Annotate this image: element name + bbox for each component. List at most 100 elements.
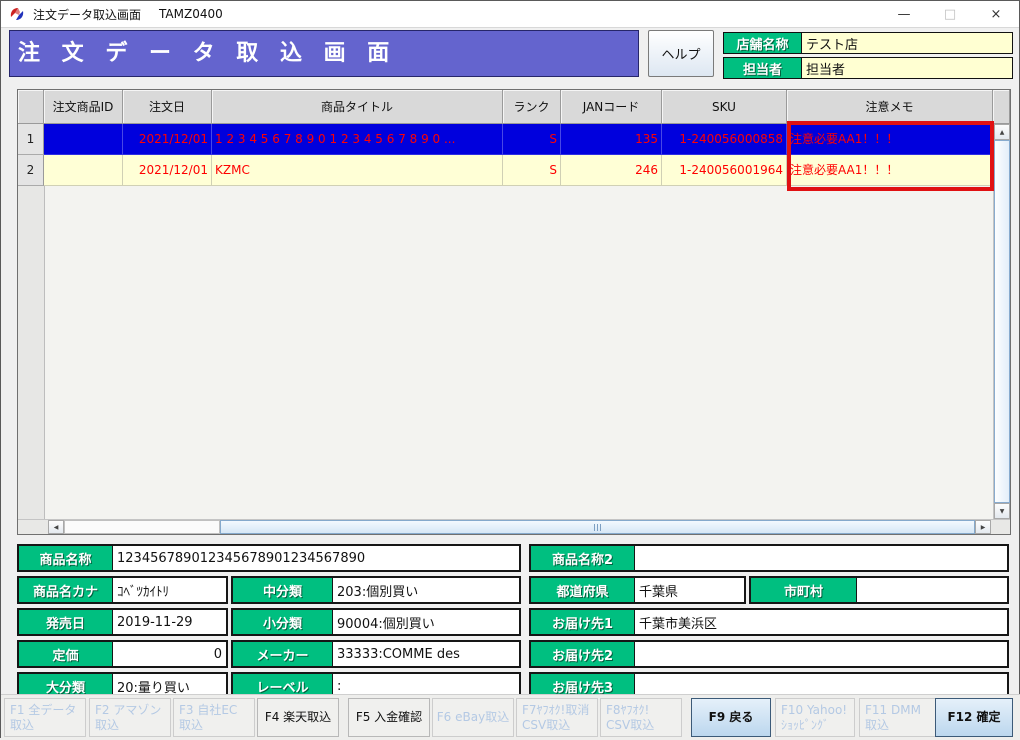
product-kana-field-row: 商品名カナ ｺﾍﾞﾂｶｲﾄﾘ xyxy=(17,576,228,604)
f5-payment-confirm-button[interactable]: F5 入金確認 xyxy=(348,698,430,737)
button-label: CSV取込 xyxy=(522,718,570,733)
scroll-down-icon[interactable]: ▼ xyxy=(994,503,1010,519)
cell-sku[interactable]: 1-240056000858 xyxy=(662,124,787,155)
release-date-field-row: 発売日 2019-11-29 xyxy=(17,608,228,636)
horizontal-scrollbar-track[interactable] xyxy=(64,520,220,534)
button-label: F2 アマゾン xyxy=(95,703,161,718)
col-header-order-date[interactable]: 注文日 xyxy=(123,90,212,124)
city-value[interactable] xyxy=(857,578,1007,602)
mid-class-value[interactable]: 203:個別買い xyxy=(333,578,519,602)
prefecture-field-row: 都道府県 千葉県 xyxy=(529,576,746,604)
f9-back-button[interactable]: F9 戻る xyxy=(691,698,771,737)
button-label: CSV取込 xyxy=(606,718,654,733)
address1-field-row: お届け先1 千葉市美浜区 xyxy=(529,608,1009,636)
f2-amazon-import-button: F2 アマゾン 取込 xyxy=(89,698,171,737)
prefecture-value[interactable]: 千葉県 xyxy=(635,578,744,602)
f4-rakuten-import-button[interactable]: F4 楽天取込 xyxy=(257,698,339,737)
order-data-import-window: { "window": { "title": "注文データ取込画面", "cod… xyxy=(0,0,1020,738)
button-label: 取込 xyxy=(865,718,889,733)
close-button[interactable]: × xyxy=(973,1,1019,27)
cell-order-date[interactable]: 2021/12/01 xyxy=(123,155,212,186)
maximize-button: □ xyxy=(927,1,973,27)
f12-confirm-button[interactable]: F12 確定 xyxy=(935,698,1013,737)
button-label: 取込 xyxy=(95,718,119,733)
button-label: ｼｮｯﾋﾟﾝｸﾞ xyxy=(781,718,829,733)
col-header-order-id[interactable]: 注文商品ID xyxy=(44,90,123,124)
col-header-jan-code[interactable]: JANコード xyxy=(561,90,662,124)
button-label: F9 戻る xyxy=(709,710,754,725)
mid-class-label: 中分類 xyxy=(233,578,333,602)
product-name2-value[interactable] xyxy=(635,546,1007,570)
cell-order-id[interactable] xyxy=(44,124,123,155)
col-header-memo[interactable]: 注意メモ xyxy=(787,90,993,124)
cell-memo[interactable]: 注意必要AA1！！！ xyxy=(787,124,993,155)
product-name2-field-row: 商品名称2 xyxy=(529,544,1009,572)
vertical-scrollbar[interactable]: ▲ ▼ xyxy=(993,124,1010,519)
maker-value[interactable]: 33333:COMME des xyxy=(333,642,519,666)
cell-product-title[interactable]: 1 2 3 4 5 6 7 8 9 0 1 2 3 4 5 6 7 8 9 0 … xyxy=(212,124,503,155)
cell-rank[interactable]: S xyxy=(503,155,561,186)
prefecture-label: 都道府県 xyxy=(531,578,635,602)
vertical-scrollbar-thumb[interactable] xyxy=(994,140,1010,503)
row-number[interactable]: 2 xyxy=(18,155,44,186)
cell-sku[interactable]: 1-240056001964 xyxy=(662,155,787,186)
product-name2-label: 商品名称2 xyxy=(531,546,635,570)
store-name-label: 店舗名称 xyxy=(724,33,802,53)
maker-field-row: メーカー 33333:COMME des xyxy=(231,640,521,668)
f8-yahoo-auction-csv-button: F8ﾔﾌｵｸ! CSV取込 xyxy=(600,698,682,737)
table-row[interactable]: 1 2021/12/01 1 2 3 4 5 6 7 8 9 0 1 2 3 4… xyxy=(18,124,993,155)
release-date-value[interactable]: 2019-11-29 xyxy=(113,610,226,634)
cell-order-date[interactable]: 2021/12/01 xyxy=(123,124,212,155)
window-controls: — □ × xyxy=(881,1,1019,27)
small-class-value[interactable]: 90004:個別買い xyxy=(333,610,519,634)
cell-memo[interactable]: 注意必要AA1！！！ xyxy=(787,155,993,186)
f7-yahoo-auction-cancel-csv-button: F7ﾔﾌｵｸ!取消 CSV取込 xyxy=(516,698,598,737)
cell-order-id[interactable] xyxy=(44,155,123,186)
cell-product-title[interactable]: KZMC xyxy=(212,155,503,186)
button-label: F11 DMM xyxy=(865,703,921,718)
col-header-product-title[interactable]: 商品タイトル xyxy=(212,90,503,124)
f3-own-ec-import-button: F3 自社EC 取込 xyxy=(173,698,255,737)
address1-label: お届け先1 xyxy=(531,610,635,634)
scroll-right-icon[interactable]: ▶ xyxy=(975,520,991,534)
button-label: F3 自社EC xyxy=(179,703,237,718)
small-class-field-row: 小分類 90004:個別買い xyxy=(231,608,521,636)
scroll-up-icon[interactable]: ▲ xyxy=(994,124,1010,140)
staff-field[interactable]: 担当者 xyxy=(802,58,1012,78)
table-row[interactable]: 2 2021/12/01 KZMC S 246 1-240056001964 注… xyxy=(18,155,993,186)
horizontal-scrollbar-thumb[interactable] xyxy=(220,520,975,534)
grid-body: 1 2021/12/01 1 2 3 4 5 6 7 8 9 0 1 2 3 4… xyxy=(18,124,993,519)
col-header-sku[interactable]: SKU xyxy=(662,90,787,124)
city-label: 市町村 xyxy=(751,578,857,602)
row-number[interactable]: 1 xyxy=(18,124,44,155)
button-label: 取込 xyxy=(10,718,34,733)
horizontal-scrollbar[interactable]: ◀ ▶ xyxy=(18,519,1010,534)
store-name-field[interactable]: テスト店 xyxy=(802,33,1012,53)
button-label: F8ﾔﾌｵｸ! xyxy=(606,703,649,718)
list-price-value[interactable]: 0 xyxy=(113,642,226,666)
cell-jan-code[interactable]: 246 xyxy=(561,155,662,186)
staff-label: 担当者 xyxy=(724,58,802,78)
function-key-bar: F1 全データ 取込 F2 アマゾン 取込 F3 自社EC 取込 F4 楽天取込… xyxy=(1,694,1020,740)
address1-value[interactable]: 千葉市美浜区 xyxy=(635,610,1007,634)
product-kana-value[interactable]: ｺﾍﾞﾂｶｲﾄﾘ xyxy=(113,578,226,602)
col-header-rank[interactable]: ランク xyxy=(503,90,561,124)
help-button[interactable]: ヘルプ xyxy=(648,30,714,77)
grid-header-row: 注文商品ID 注文日 商品タイトル ランク JANコード SKU 注意メモ xyxy=(18,90,1010,124)
scroll-left-icon[interactable]: ◀ xyxy=(48,520,64,534)
f10-yahoo-shopping-button: F10 Yahoo! ｼｮｯﾋﾟﾝｸﾞ xyxy=(775,698,855,737)
window-title: 注文データ取込画面 xyxy=(33,6,141,23)
f6-ebay-import-button: F6 eBay取込 xyxy=(432,698,514,737)
product-name-value[interactable]: 123456789012345678901234567890 xyxy=(113,546,519,570)
cell-jan-code[interactable]: 135 xyxy=(561,124,662,155)
order-grid: 注文商品ID 注文日 商品タイトル ランク JANコード SKU 注意メモ 1 … xyxy=(17,89,1011,535)
address2-value[interactable] xyxy=(635,642,1007,666)
f1-import-all-button: F1 全データ 取込 xyxy=(4,698,86,737)
button-label: F6 eBay取込 xyxy=(437,710,509,725)
cell-rank[interactable]: S xyxy=(503,124,561,155)
button-label: F5 入金確認 xyxy=(356,710,422,725)
button-label: 取込 xyxy=(179,718,203,733)
window-code: TAMZ0400 xyxy=(159,7,223,21)
address2-field-row: お届け先2 xyxy=(529,640,1009,668)
minimize-button[interactable]: — xyxy=(881,1,927,27)
